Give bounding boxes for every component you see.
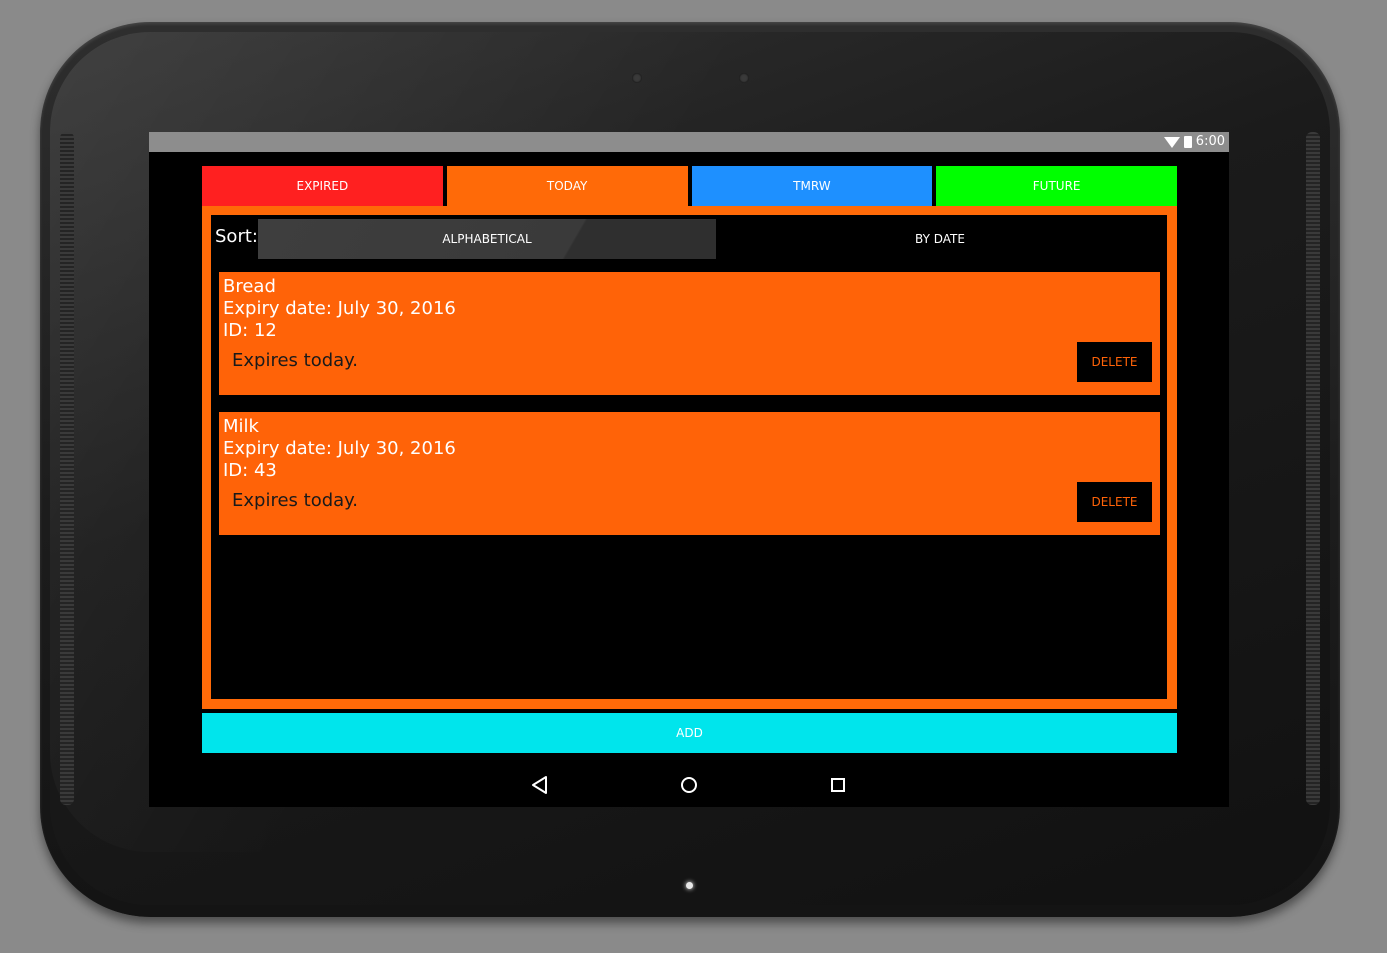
list-item: Milk Expiry date: July 30, 2016 ID: 43 E… xyxy=(219,412,1160,535)
today-panel: Sort: ALPHABETICAL BY DATE Bread Expiry … xyxy=(202,206,1177,709)
item-name: Bread xyxy=(223,276,276,297)
item-name: Milk xyxy=(223,416,259,437)
tab-future[interactable]: FUTURE xyxy=(936,166,1177,206)
tab-tmrw[interactable]: TMRW xyxy=(691,166,933,206)
sort-by-date-button[interactable]: BY DATE xyxy=(716,219,1164,259)
sort-label: Sort: xyxy=(215,226,258,247)
tab-expired[interactable]: EXPIRED xyxy=(202,166,443,206)
sort-alphabetical-button[interactable]: ALPHABETICAL xyxy=(258,219,716,259)
home-icon[interactable] xyxy=(675,772,703,798)
battery-icon xyxy=(1183,136,1192,148)
status-time: 6:00 xyxy=(1195,134,1225,149)
sensor-dot xyxy=(632,73,642,83)
speaker-grille-left xyxy=(60,132,74,805)
item-expiry: Expiry date: July 30, 2016 xyxy=(223,438,456,459)
item-list-container: Sort: ALPHABETICAL BY DATE Bread Expiry … xyxy=(211,215,1167,699)
notification-led xyxy=(686,882,693,889)
item-status: Expires today. xyxy=(232,350,358,371)
item-expiry: Expiry date: July 30, 2016 xyxy=(223,298,456,319)
status-icons: 6:00 xyxy=(1163,133,1225,151)
wifi-icon xyxy=(1163,136,1180,148)
front-camera xyxy=(739,73,749,83)
speaker-grille-right xyxy=(1306,132,1320,805)
item-id: ID: 12 xyxy=(223,320,277,341)
delete-button[interactable]: DELETE xyxy=(1077,342,1152,382)
device-screen: 6:00 EXPIRED TODAY TMRW FUTURE Sort: ALP… xyxy=(149,132,1229,807)
item-status: Expires today. xyxy=(232,490,358,511)
emulator-stage: 6:00 EXPIRED TODAY TMRW FUTURE Sort: ALP… xyxy=(0,0,1387,953)
status-bar: 6:00 xyxy=(149,132,1229,152)
list-item: Bread Expiry date: July 30, 2016 ID: 12 … xyxy=(219,272,1160,395)
navigation-bar xyxy=(149,762,1229,807)
tab-today[interactable]: TODAY xyxy=(446,166,688,206)
category-tabs: EXPIRED TODAY TMRW FUTURE xyxy=(202,166,1177,206)
delete-button[interactable]: DELETE xyxy=(1077,482,1152,522)
add-button[interactable]: ADD xyxy=(202,713,1177,753)
back-icon[interactable] xyxy=(526,772,554,798)
recents-icon[interactable] xyxy=(824,772,852,798)
item-id: ID: 43 xyxy=(223,460,277,481)
